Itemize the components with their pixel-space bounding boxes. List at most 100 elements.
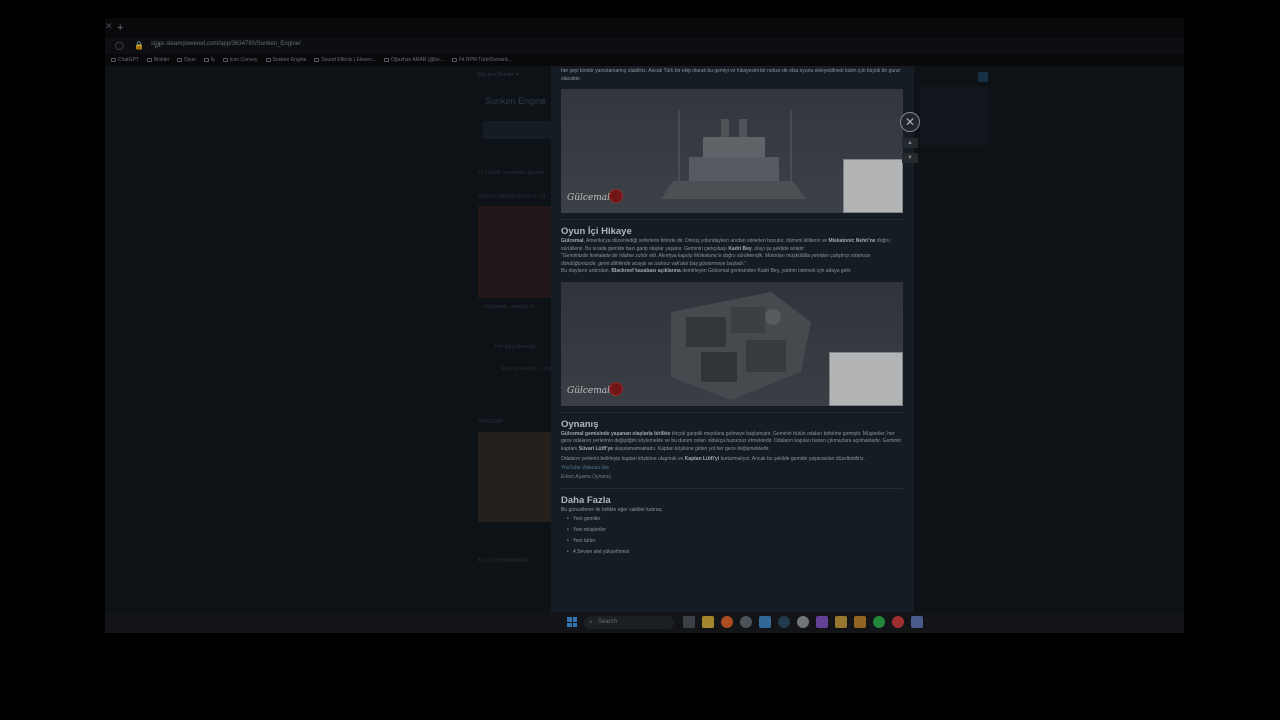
review-summary: 17 yıkılıdır incelemesi gösterir [478,170,545,176]
about-heading: BU OYUN HAKKINDA [478,558,528,564]
modal-content: her şeyi birebir yansıtamamış olabiliriz… [561,66,903,558]
captain-name: Süvari Lütfi'ye [578,445,614,452]
ship-image: Gülcemal [561,89,903,213]
screenshot-thumbnail[interactable] [483,121,553,139]
file-explorer-icon[interactable] [702,616,714,628]
app-icon[interactable] [759,616,771,628]
bookmark-item[interactable]: İş [203,57,215,63]
section-heading: SON OYNANAN ALTIN YE SİL [478,194,547,200]
taskbar-search[interactable]: ⌕ Search [584,616,674,629]
youtube-video-link[interactable]: YouTube Videosu İzle [561,464,903,473]
bookmark-item[interactable]: Icon Convoy [222,57,258,63]
screen: ✕ + ◯ 🔒 ⇄ store.steampowered.com/app/363… [105,18,1184,633]
gameplay-text: Odaların yerlerini belirleyip kaptan köş… [561,456,685,462]
close-button[interactable]: ✕ [900,112,920,132]
bookmark-item[interactable]: Oyun [176,57,196,63]
folder-icon [176,58,182,62]
task-view-icon[interactable] [683,616,695,628]
taskbar-apps [683,616,923,628]
steam-icon[interactable] [778,616,790,628]
folder-icon [203,58,209,62]
story-text: demirleyen Gülcemal gemisinden Kadri Bey… [680,268,852,274]
sidebar-panel [920,86,988,146]
story-text: Bu olayların ardından, [561,268,612,274]
notify-text[interactable]: Her güncellemede ... [495,344,541,350]
divider [561,411,903,413]
list-item: Yeni gemiler [567,514,903,525]
gameplay-text: kurtarmalıyız. Ancak bu şekilde gemide y… [719,456,865,462]
divider [561,219,903,220]
capsule-caption: Hikayemali, deterjan ve [483,304,535,310]
character-name: Kadri Bey [728,245,752,252]
browser-tab-bar: ✕ + [105,18,1184,38]
scroll-up-button[interactable]: ▲ [902,138,918,148]
story-text: , olayı şu şekilde anlatır: [751,245,806,252]
early-access-link[interactable]: Erken Aşama Oynanış [561,473,903,482]
butterfly-icon [384,58,389,62]
gameplay-paragraph-2: Odaların yerlerini belirleyip kaptan köş… [561,456,903,464]
rooms-image: Gülcemal [561,281,903,406]
taskbar: ⌕ Search [105,612,1184,633]
windows-start-icon[interactable] [567,617,577,627]
chrome-icon[interactable] [797,616,809,628]
more-heading: Daha Fazla [561,494,611,506]
gameplay-bold: Gülcemal gemisinde yaşanan olaylarla bir… [561,430,671,437]
bookmark-item[interactable]: Sunken Engine [265,57,306,63]
search-icon[interactable] [978,72,988,82]
whatsapp-icon[interactable] [873,616,885,628]
story-heading: Oyun İçi Hikaye [561,226,632,237]
description-modal: her şeyi birebir yansıtamamış olabiliriz… [551,66,914,612]
settings-icon[interactable] [740,616,752,628]
wax-seal-icon [609,189,623,203]
store-nav[interactable]: Göz at ▾ Öneriler ▾ [477,72,519,78]
search-placeholder: Search [598,619,618,625]
bookmark-item[interactable]: Bioklet [146,57,169,63]
story-text: , Amerika'ya düzenlediği seferlerin biri… [583,238,829,244]
gameplay-text: ulaşılamamaktadır. Kaptan köşküne giden … [613,445,770,452]
app-icon[interactable] [892,616,904,628]
tab-close-icon[interactable]: ✕ [105,21,113,32]
folder-icon [146,58,152,62]
gameplay-heading: Oynanış [561,418,599,430]
list-item: Yeni müşteriler [567,525,903,536]
bookmarks-bar: ChatGPT Bioklet Oyun İş Icon Convoy Sunk… [105,54,1184,66]
search-icon: ⌕ [589,619,593,626]
gameplay-paragraph-1: Gülcemal gemisinde yaşanan olaylarla bir… [561,431,903,454]
story-paragraph-2: Bu olayların ardından, Blackreef kasabas… [561,268,903,276]
feature-list: Yeni gemiler Yeni müşteriler Yeni türler… [561,514,903,558]
folder-icon [451,58,457,62]
app-icon[interactable] [835,616,847,628]
intro-text: her şeyi birebir yansıtamamış olabiliriz… [561,68,901,82]
location-name: Blackreef kasabası açıklarına [611,268,681,274]
app-icon[interactable] [854,616,866,628]
firefox-icon[interactable] [721,616,733,628]
folder-icon [111,58,116,62]
folder-icon [222,58,228,62]
capsule-image[interactable] [478,206,553,298]
story-paragraph-1: Gülcemal, Amerika'ya düzenlediği seferle… [561,238,903,253]
url-input[interactable]: store.steampowered.com/app/3634780/Sunke… [151,41,301,47]
more-intro: Bu güncelleme ile birlikte eğer vakitler… [561,506,663,513]
divider [561,487,903,489]
visual-studio-icon[interactable] [816,616,828,628]
game-title: Sunken Engine [485,96,547,106]
list-item: 4.Seviye alet yükseltmesi [567,547,903,558]
wax-seal-icon [609,381,623,396]
folder-icon [265,58,271,62]
roadmap-image[interactable] [478,432,553,522]
ship-name: Gülcemal [561,238,584,244]
quote-text: "Gemimizde fevkalade bir hâdise zuhûr et… [561,253,871,267]
folder-icon [314,58,320,62]
bookmark-item[interactable]: Oğuzhan ARAR (@ko... [384,57,444,63]
river-name: Miskatonic Nehri'ne [828,238,876,244]
bookmark-item[interactable]: Sound Effects | Eleven... [314,57,376,63]
scroll-down-button[interactable]: ▼ [902,153,918,163]
story-quote: "Gemimizde fevkalade bir hâdise zuhûr et… [561,253,903,268]
new-tab-button[interactable]: + [117,21,123,35]
bookmark-item[interactable]: Fit RPM Türk/Osmanlı... [451,57,512,63]
list-item: Yeni türler [567,536,903,547]
app-icon[interactable] [911,616,923,628]
bookmark-item[interactable]: ChatGPT [111,57,139,63]
floorplan-paper [829,351,903,406]
gulcemal-logo: Gülcemal [567,193,611,203]
